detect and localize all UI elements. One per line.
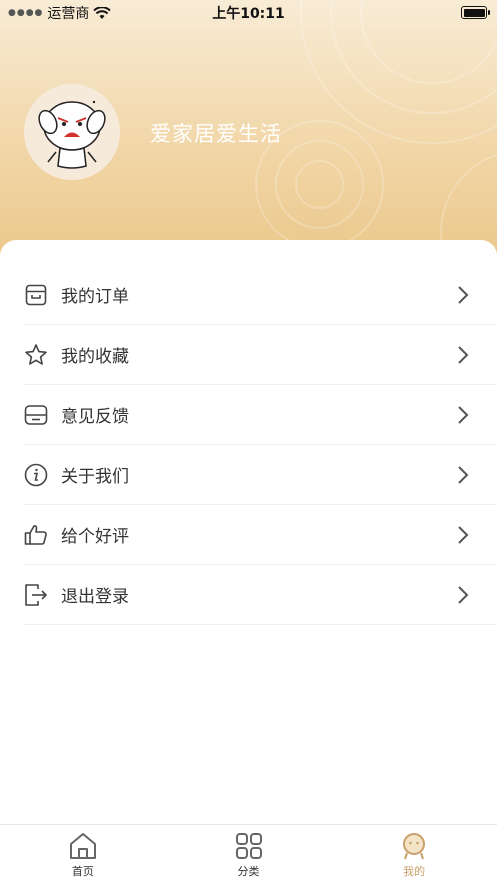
menu-item-label: 给个好评 [61,527,129,547]
tab-label: 首页 [71,865,94,878]
menu-item-label: 我的订单 [61,287,129,307]
menu-item-about-us[interactable]: 关于我们 [24,445,497,505]
logout-icon [24,583,48,607]
chevron-right-icon [458,586,469,604]
feedback-tray-icon [24,403,48,427]
tab-label: 分类 [237,865,260,878]
thumbs-up-icon [24,523,48,547]
cartoon-avatar-icon [38,100,106,169]
chevron-right-icon [458,526,469,544]
menu-item-my-orders[interactable]: 我的订单 [24,265,497,325]
menu-item-my-favorites[interactable]: 我的收藏 [24,325,497,385]
chevron-right-icon [458,346,469,364]
status-time: 上午10:11 [212,6,285,22]
avatar[interactable] [24,84,120,180]
chevron-right-icon [458,286,469,304]
info-icon [24,463,48,487]
home-icon [69,833,96,859]
tab-home[interactable]: 首页 [0,825,166,884]
battery-icon [461,6,490,19]
chevron-right-icon [458,466,469,484]
profile-face-icon [403,833,426,860]
tab-label: 我的 [403,865,426,878]
menu-item-label: 关于我们 [61,467,129,487]
username: 爱家居爱生活 [150,122,282,146]
profile-header: ●●●● 运营商 上午10:11 爱家居爱生活 [0,0,497,270]
tab-category[interactable]: 分类 [166,825,332,884]
menu-item-feedback[interactable]: 意见反馈 [24,385,497,445]
menu-item-label: 意见反馈 [61,407,129,427]
settings-menu: 我的订单 我的收藏 意见反馈 关于我们 给个好评 退出登录 [24,265,497,625]
order-box-icon [24,283,48,307]
chevron-right-icon [458,406,469,424]
menu-item-logout[interactable]: 退出登录 [24,565,497,625]
menu-item-rate-us[interactable]: 给个好评 [24,505,497,565]
menu-item-label: 我的收藏 [61,347,129,367]
status-bar: ●●●● 运营商 上午10:11 [0,0,497,24]
tab-mine[interactable]: 我的 [331,825,497,884]
bottom-tab-bar: 首页 分类 我的 [0,824,497,884]
grid-icon [235,833,262,859]
menu-item-label: 退出登录 [61,587,129,607]
star-icon [24,343,48,367]
